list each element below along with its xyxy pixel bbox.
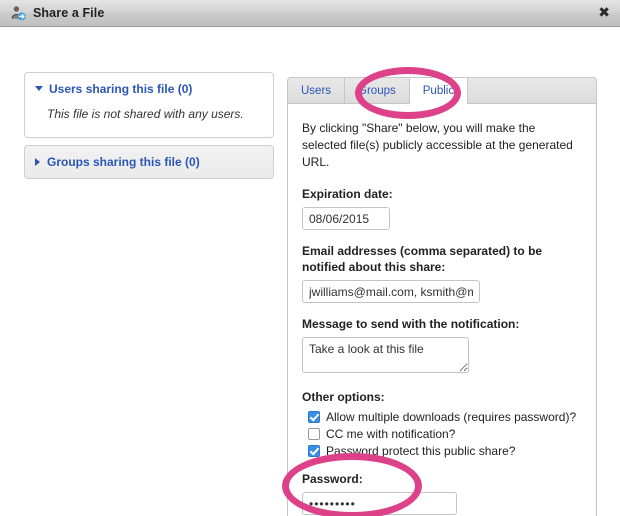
share-a-file-window: Share a File ✖ Users sharing this file (… (0, 0, 620, 516)
window-title: Share a File (33, 6, 105, 20)
share-user-icon (10, 5, 26, 21)
option-password-protect-label: Password protect this public share? (326, 444, 516, 458)
close-icon[interactable]: ✖ (598, 6, 610, 20)
chevron-right-icon (35, 158, 40, 166)
option-password-protect[interactable]: Password protect this public share? (302, 444, 582, 458)
tab-public-label: Public (422, 84, 455, 97)
expiration-date-input[interactable] (302, 207, 390, 230)
tab-groups-label: Groups (358, 84, 396, 97)
checkbox-password-protect[interactable] (308, 445, 320, 457)
option-allow-multiple-downloads[interactable]: Allow multiple downloads (requires passw… (302, 410, 582, 424)
email-addresses-label: Email addresses (comma separated) to be … (302, 244, 543, 274)
groups-sharing-section: Groups sharing this file (0) (24, 145, 274, 179)
users-sharing-section: Users sharing this file (0) This file is… (24, 72, 274, 138)
window-titlebar: Share a File ✖ (0, 0, 620, 27)
users-sharing-label: Users sharing this file (0) (49, 82, 193, 96)
password-label: Password: (302, 472, 363, 486)
groups-sharing-label: Groups sharing this file (0) (47, 155, 200, 169)
message-textarea[interactable]: Take a look at this file (302, 337, 469, 373)
users-sharing-header[interactable]: Users sharing this file (0) (25, 73, 273, 103)
tab-users[interactable]: Users (288, 78, 346, 103)
message-label: Message to send with the notification: (302, 317, 520, 331)
other-options-label: Other options: (302, 390, 385, 404)
chevron-down-icon (35, 86, 43, 91)
checkbox-cc-me[interactable] (308, 428, 320, 440)
password-field: Password: (302, 471, 582, 515)
email-addresses-input[interactable] (302, 280, 480, 303)
tab-public[interactable]: Public (408, 78, 469, 104)
public-tab-panel: By clicking "Share" below, you will make… (287, 103, 597, 516)
sharing-summary-sidebar: Users sharing this file (0) This file is… (24, 72, 274, 179)
message-field: Message to send with the notification: T… (302, 316, 582, 376)
option-cc-me[interactable]: CC me with notification? (302, 427, 582, 441)
tab-users-label: Users (301, 84, 332, 97)
password-input[interactable] (302, 492, 457, 515)
tab-groups[interactable]: Groups (345, 78, 410, 103)
groups-sharing-header[interactable]: Groups sharing this file (0) (25, 146, 273, 178)
expiration-date-field: Expiration date: (302, 186, 582, 230)
email-addresses-field: Email addresses (comma separated) to be … (302, 243, 582, 303)
option-cc-me-label: CC me with notification? (326, 427, 456, 441)
share-tabs-container: Users Groups Public By clicking "Share" … (287, 77, 597, 516)
checkbox-allow-multiple-downloads[interactable] (308, 411, 320, 423)
option-allow-multiple-downloads-label: Allow multiple downloads (requires passw… (326, 410, 577, 424)
window-body: Users sharing this file (0) This file is… (0, 27, 620, 516)
users-sharing-empty-text: This file is not shared with any users. (47, 107, 244, 121)
tabstrip: Users Groups Public (287, 77, 597, 104)
expiration-date-label: Expiration date: (302, 187, 393, 201)
other-options-group: Other options: Allow multiple downloads … (302, 389, 582, 458)
public-share-intro: By clicking "Share" below, you will make… (302, 121, 573, 169)
other-options-list: Allow multiple downloads (requires passw… (302, 410, 582, 458)
